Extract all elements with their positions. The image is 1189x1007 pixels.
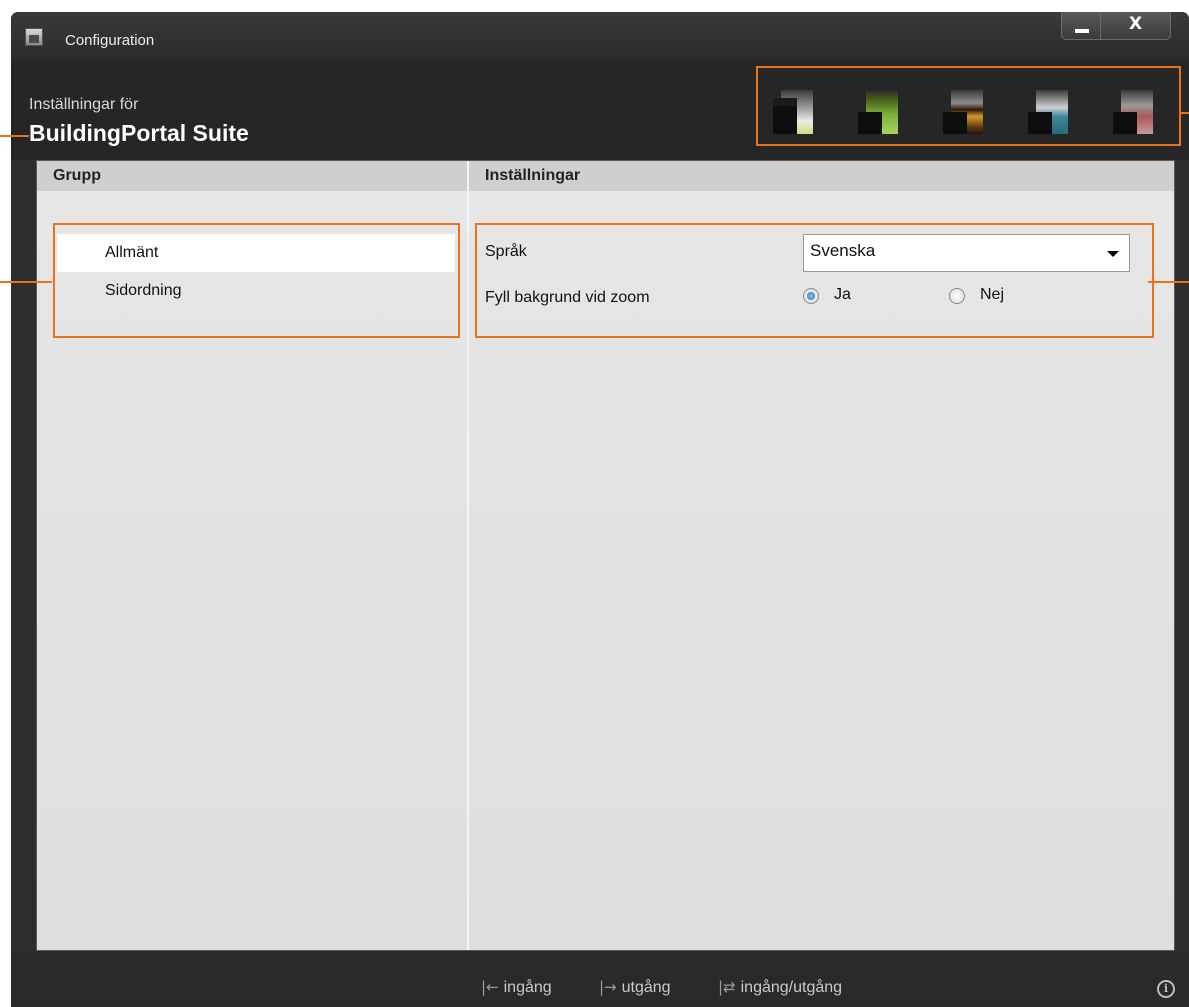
callout-line-groups [0, 281, 52, 283]
group-list-panel: Allmänt Sidordning [37, 191, 467, 950]
group-item-allmant[interactable]: Allmänt [57, 234, 455, 272]
legend-exit: |→ utgång [599, 978, 671, 997]
content-area: Grupp Inställningar Allmänt Sidordning S… [36, 160, 1175, 951]
callout-line-settings [1148, 281, 1189, 283]
info-icon[interactable]: i [1157, 980, 1175, 998]
settings-for-label: Inställningar för [29, 96, 139, 113]
group-item-sidordning[interactable]: Sidordning [57, 272, 455, 310]
title-bar[interactable]: Configuration X [11, 12, 1189, 60]
exit-arrow-icon: |→ [599, 978, 617, 996]
settings-form: Språk Svenska Fyll bakgrund vid zoom Ja … [475, 223, 1154, 338]
group-list: Allmänt Sidordning [53, 223, 460, 338]
configuration-window: Configuration X Inställningar för Buildi… [11, 12, 1189, 1007]
theme-light-swatch[interactable] [773, 90, 813, 134]
radio-checked-icon [803, 288, 819, 304]
language-select[interactable]: Svenska [803, 234, 1130, 272]
window-title: Configuration [65, 32, 155, 49]
theme-teal-swatch[interactable] [1028, 90, 1068, 134]
theme-red-swatch[interactable] [1113, 90, 1153, 134]
language-value: Svenska [810, 241, 876, 260]
close-button[interactable]: X [1100, 12, 1171, 40]
entry-arrow-icon: |← [481, 978, 499, 996]
entry-exit-arrows-icon: |⇄ [718, 978, 736, 996]
app-name: BuildingPortal Suite [29, 120, 249, 146]
legend-entry: |← ingång [481, 978, 552, 997]
language-label: Språk [485, 243, 527, 260]
radio-unchecked-icon [949, 288, 965, 304]
legend-entry-label: ingång [503, 979, 552, 996]
theme-green-swatch[interactable] [858, 90, 898, 134]
legend-entry-exit-label: ingång/utgång [740, 979, 843, 996]
footer: |← ingång |→ utgång |⇄ ingång/utgång i [11, 951, 1189, 1007]
callout-line-themes [1181, 112, 1189, 114]
settings-panel: Språk Svenska Fyll bakgrund vid zoom Ja … [469, 191, 1174, 950]
legend-entry-exit: |⇄ ingång/utgång [718, 978, 842, 997]
header: Inställningar för BuildingPortal Suite [11, 60, 1189, 160]
theme-selector [756, 66, 1181, 146]
minimize-button[interactable] [1061, 12, 1101, 40]
chevron-down-icon [1107, 251, 1119, 257]
callout-line-title [0, 135, 29, 137]
legend-exit-label: utgång [621, 979, 671, 996]
app-icon [25, 28, 43, 46]
zoom-fill-label: Fyll bakgrund vid zoom [485, 289, 650, 306]
group-heading: Grupp [37, 161, 467, 191]
zoom-fill-no-label: Nej [980, 286, 1005, 303]
zoom-fill-yes-label: Ja [834, 286, 851, 303]
theme-gold-swatch[interactable] [943, 90, 983, 134]
settings-heading: Inställningar [469, 161, 1174, 191]
